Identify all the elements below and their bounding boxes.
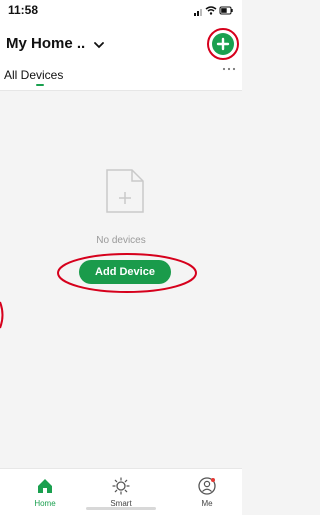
more-icon[interactable] — [222, 66, 236, 76]
signal-icon — [194, 9, 202, 16]
highlight-circle-top — [207, 28, 239, 60]
empty-document-icon — [106, 169, 144, 213]
home-indicator — [86, 507, 156, 510]
highlight-mark-left — [0, 301, 4, 329]
nav-home[interactable]: Home — [20, 469, 70, 515]
highlight-ellipse-center — [57, 253, 197, 293]
wifi-icon — [205, 6, 217, 15]
header: My Home .. — [0, 22, 242, 62]
empty-state-text: No devices — [96, 235, 146, 246]
status-bar: 11:58 — [0, 0, 242, 22]
battery-icon — [219, 6, 233, 15]
tab-all-devices[interactable]: All Devices — [4, 68, 63, 82]
home-title[interactable]: My Home .. — [6, 35, 85, 52]
status-icons — [194, 6, 233, 16]
user-icon — [198, 477, 216, 495]
home-icon — [38, 479, 52, 493]
nav-me-label: Me — [201, 499, 213, 508]
chevron-down-icon[interactable] — [94, 41, 104, 49]
nav-me[interactable]: Me — [182, 469, 232, 515]
nav-home-label: Home — [34, 499, 56, 508]
notification-dot-icon — [211, 478, 215, 482]
status-time: 11:58 — [8, 3, 39, 17]
device-tabs: All Devices — [0, 62, 242, 91]
tab-active-indicator — [36, 84, 44, 86]
add-button-area — [206, 28, 242, 62]
sun-icon — [112, 477, 130, 495]
